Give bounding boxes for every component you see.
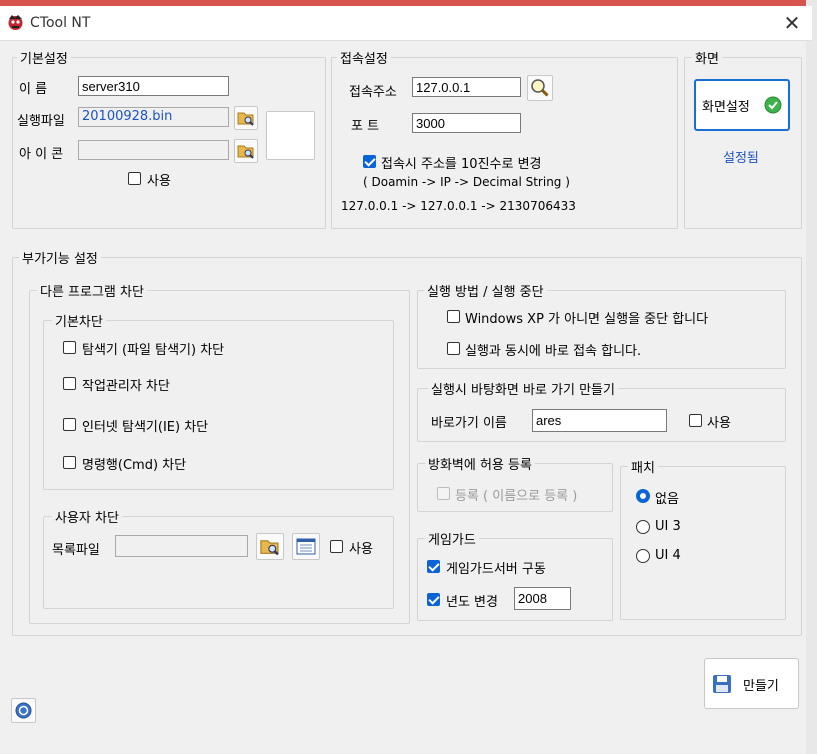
gameguard-server-label: 게임가드서버 구동 (446, 562, 546, 577)
shortcut-use-label: 사용 (707, 416, 731, 431)
shortcut-use-checkbox[interactable] (689, 414, 702, 427)
year-input[interactable] (514, 587, 571, 610)
shortcut-label: 실행시 바탕화면 바로 가기 만들기 (428, 379, 618, 398)
user-block-use-checkbox[interactable] (330, 540, 343, 553)
xp-only-checkbox[interactable] (447, 310, 460, 323)
block-ie-checkbox[interactable] (63, 418, 76, 431)
icon-preview (266, 111, 315, 160)
year-change-checkbox[interactable] (427, 593, 440, 606)
xp-only-label: Windows XP 가 아니면 실행을 중단 합니다 (465, 312, 709, 327)
folder-search-icon (260, 540, 279, 556)
gameguard-server-checkbox[interactable] (427, 560, 440, 573)
screen-settings-button[interactable]: 화면설정 (694, 79, 790, 131)
auto-connect-label: 실행과 동시에 바로 접속 합니다. (465, 344, 642, 359)
name-label: 이 름 (19, 82, 48, 97)
addon-settings-label: 부가기능 설정 (19, 248, 101, 267)
patch-label: 패치 (628, 457, 658, 476)
folder-search-icon (237, 112, 254, 126)
patch-ui4-radio[interactable] (636, 549, 650, 563)
block-explorer-checkbox[interactable] (63, 341, 76, 354)
icon-browse-button[interactable] (234, 139, 258, 163)
list-file-browse-button[interactable] (256, 533, 284, 560)
folder-search-icon (237, 145, 254, 159)
address-label: 접속주소 (349, 85, 397, 100)
firewall-register-label: 등록 ( 이름으로 등록 ) (455, 489, 578, 504)
patch-ui3-label: UI 3 (655, 519, 681, 534)
block-cmd-checkbox[interactable] (63, 456, 76, 469)
check-circle-icon (764, 96, 782, 114)
shortcut-name-label: 바로가기 이름 (431, 416, 507, 431)
screen-label: 화면 (692, 48, 722, 67)
list-file-edit-button[interactable] (292, 533, 320, 560)
help-icon (15, 702, 32, 719)
shortcut-name-input[interactable] (532, 409, 667, 432)
make-label: 만들기 (743, 679, 779, 694)
gameguard-label: 게임가드 (425, 529, 479, 548)
user-block-group (43, 516, 394, 609)
conversion-result: 127.0.0.1 -> 127.0.0.1 -> 2130706433 (341, 199, 576, 213)
patch-none-label: 없음 (655, 492, 679, 507)
port-input[interactable] (412, 113, 521, 133)
firewall-register-checkbox[interactable] (437, 487, 450, 500)
port-label: 포 트 (351, 119, 380, 134)
decimal-convert-hint: ( Doamin -> IP -> Decimal String ) (363, 175, 570, 189)
exec-file-label: 실행파일 (17, 114, 65, 129)
auto-connect-checkbox[interactable] (447, 342, 460, 355)
block-ie-label: 인터넷 탐색기(IE) 차단 (82, 420, 209, 435)
block-taskmgr-checkbox[interactable] (63, 377, 76, 390)
save-disk-icon (713, 675, 731, 693)
patch-ui3-radio[interactable] (636, 520, 650, 534)
basic-block-label: 기본차단 (52, 311, 106, 330)
app-icon (8, 15, 23, 30)
run-method-label: 실행 방법 / 실행 중단 (424, 281, 547, 300)
block-explorer-label: 탐색기 (파일 탐색기) 차단 (82, 343, 225, 358)
name-input[interactable] (78, 76, 229, 96)
close-button[interactable]: ✕ (780, 12, 804, 34)
background-edge (806, 0, 817, 754)
basic-settings-label: 기본설정 (17, 48, 71, 67)
help-button[interactable] (11, 698, 36, 723)
window-title: CTool NT (30, 15, 91, 31)
list-file-label: 목록파일 (52, 543, 100, 558)
screen-status: 설정됨 (723, 151, 759, 166)
list-file-input[interactable] (115, 535, 248, 557)
user-block-label: 사용자 차단 (52, 507, 122, 526)
decimal-convert-label: 접속시 주소를 10진수로 변경 (381, 157, 542, 172)
exec-browse-button[interactable] (234, 106, 258, 130)
firewall-label: 방화벽에 허용 등록 (425, 454, 535, 473)
make-button[interactable]: 만들기 (704, 658, 799, 709)
year-change-label: 년도 변경 (446, 595, 498, 610)
patch-none-radio[interactable] (636, 489, 650, 503)
patch-ui4-label: UI 4 (655, 548, 681, 563)
decimal-convert-checkbox[interactable] (363, 155, 376, 168)
user-block-use-label: 사용 (349, 542, 373, 557)
connect-settings-label: 접속설정 (337, 48, 391, 67)
block-programs-label: 다른 프로그램 차단 (37, 281, 147, 300)
block-cmd-label: 명령행(Cmd) 차단 (82, 458, 187, 473)
magnifier-icon (531, 79, 549, 97)
address-input[interactable] (412, 77, 521, 97)
icon-input[interactable] (78, 140, 229, 160)
screen-settings-label: 화면설정 (702, 100, 750, 115)
icon-use-checkbox[interactable] (128, 172, 141, 185)
icon-label: 아 이 콘 (19, 147, 64, 162)
address-lookup-button[interactable] (527, 75, 553, 101)
icon-use-label: 사용 (147, 174, 171, 189)
title-bar: CTool NT ✕ (0, 6, 812, 41)
block-taskmgr-label: 작업관리자 차단 (82, 379, 170, 394)
list-window-icon (296, 538, 316, 555)
exec-file-input[interactable]: 20100928.bin (78, 107, 229, 127)
